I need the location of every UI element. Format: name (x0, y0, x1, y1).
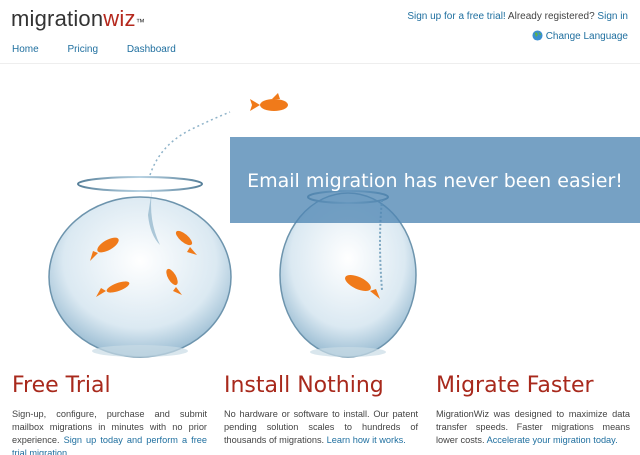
jumping-fish (250, 93, 288, 111)
header: migrationwiz™ Home Pricing Dashboard Sig… (0, 0, 640, 64)
feature-text: Sign-up, configure, purchase and submit … (12, 408, 207, 455)
nav-home[interactable]: Home (12, 44, 39, 55)
feature-title: Free Trial (12, 373, 111, 398)
logo-text-migration: migration (11, 6, 104, 31)
feature-columns: Free Trial Sign-up, configure, purchase … (0, 372, 640, 455)
feature-migrate-faster: Migrate Faster MigrationWiz was designed… (436, 372, 630, 447)
feature-title: Install Nothing (224, 373, 384, 398)
feature-link[interactable]: Accelerate your migration today. (487, 435, 618, 445)
hero-banner: Email migration has never been easier! (230, 137, 640, 223)
logo-trademark: ™ (135, 17, 145, 27)
feature-text: No hardware or software to install. Our … (224, 409, 418, 445)
left-fishbowl (48, 111, 232, 358)
main-nav: Home Pricing Dashboard (12, 44, 202, 55)
registered-text: Already registered? (505, 11, 598, 22)
feature-text: MigrationWiz was designed to maximize da… (436, 409, 630, 445)
nav-dashboard[interactable]: Dashboard (127, 44, 176, 55)
hero-banner-text: Email migration has never been easier! (247, 170, 623, 192)
feature-link[interactable]: Learn how it works. (327, 435, 406, 445)
signup-link[interactable]: Sign up for a free trial! (407, 11, 505, 22)
nav-pricing[interactable]: Pricing (67, 44, 98, 55)
hero: Email migration has never been easier! (0, 65, 640, 365)
feature-free-trial: Free Trial Sign-up, configure, purchase … (12, 372, 207, 455)
logo-text-wiz: wiz (103, 6, 136, 31)
account-links: Sign up for a free trial! Already regist… (407, 11, 628, 22)
globe-icon (532, 30, 543, 41)
signin-link[interactable]: Sign in (597, 11, 628, 22)
change-language[interactable]: Change Language (532, 30, 628, 42)
logo[interactable]: migrationwiz™ (11, 6, 145, 32)
feature-install-nothing: Install Nothing No hardware or software … (224, 372, 418, 447)
feature-title: Migrate Faster (436, 373, 594, 398)
change-language-link[interactable]: Change Language (546, 31, 628, 42)
